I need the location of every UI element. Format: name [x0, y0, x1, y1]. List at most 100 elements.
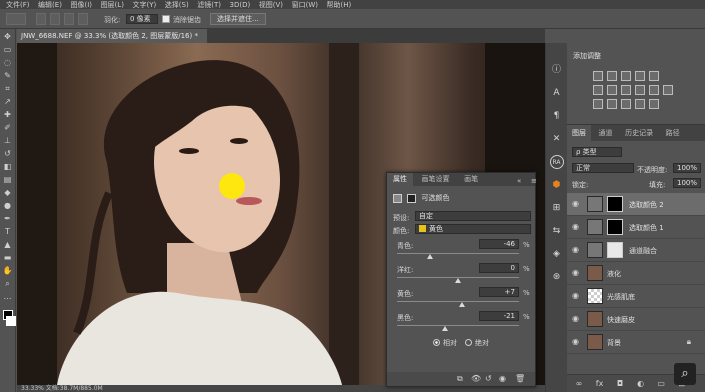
exposure-icon[interactable]: [635, 71, 645, 81]
blend-mode-select[interactable]: 正常: [572, 163, 634, 173]
zoom-tool-icon[interactable]: ⌕: [3, 279, 13, 289]
quick-select-tool-icon[interactable]: ✎: [3, 71, 13, 81]
mask-icon[interactable]: [407, 193, 417, 203]
link-icon[interactable]: ∞: [573, 375, 585, 392]
info-icon[interactable]: ⓘ: [550, 63, 564, 77]
tab-history[interactable]: 历史记录: [620, 125, 658, 141]
brightness-icon[interactable]: [593, 71, 603, 81]
eye-icon[interactable]: ◉: [572, 200, 581, 208]
eraser-tool-icon[interactable]: ◧: [3, 162, 13, 172]
relative-radio[interactable]: 相对: [433, 338, 457, 348]
yellow-slider-track[interactable]: [397, 301, 519, 302]
brush-tool-icon[interactable]: ✐: [3, 123, 13, 133]
cyan-slider-thumb[interactable]: [426, 254, 433, 259]
fx-icon[interactable]: fx: [594, 375, 606, 392]
clip-to-layer-icon[interactable]: ⧉: [457, 374, 463, 384]
color-balance-icon[interactable]: [607, 85, 617, 95]
tab-layers[interactable]: 图层: [567, 125, 591, 141]
tools-icon[interactable]: ✕: [550, 132, 564, 146]
visibility-icon[interactable]: ◉: [499, 374, 506, 383]
layer-filter-select[interactable]: ρ 类型: [572, 147, 622, 157]
layer-row[interactable]: ◉ 背景 🔒︎: [567, 331, 705, 354]
fill-input[interactable]: 100%: [673, 178, 701, 188]
layer-row[interactable]: ◉ 快速磨皮: [567, 308, 705, 331]
shape-tool-icon[interactable]: ▬: [3, 253, 13, 263]
cyan-input[interactable]: -46: [479, 239, 519, 249]
layer-row[interactable]: ◉ 选取颜色 2: [567, 193, 705, 216]
tab-paths[interactable]: 路径: [661, 125, 685, 141]
gradient-map-icon[interactable]: [635, 99, 645, 109]
eye-icon[interactable]: ◉: [572, 246, 581, 254]
move-tool-icon[interactable]: ✥: [3, 32, 13, 42]
eye-icon[interactable]: ◉: [572, 292, 581, 300]
3d-icon[interactable]: ⬢: [550, 178, 564, 192]
preset-select[interactable]: 自定: [415, 211, 531, 221]
curves-icon[interactable]: [621, 71, 631, 81]
stamp-tool-icon[interactable]: ⊥: [3, 136, 13, 146]
bw-icon[interactable]: [621, 85, 631, 95]
view-previous-icon[interactable]: 👁︎: [471, 374, 481, 383]
background-color-swatch[interactable]: [6, 316, 16, 326]
gradient-tool-icon[interactable]: ▤: [3, 175, 13, 185]
eyedropper-tool-icon[interactable]: ↗: [3, 97, 13, 107]
black-slider-track[interactable]: [397, 325, 519, 326]
character-icon[interactable]: A: [550, 86, 564, 100]
feather-input[interactable]: 0 像素: [126, 14, 158, 24]
threshold-icon[interactable]: [621, 99, 631, 109]
layer-mask-thumb[interactable]: [607, 196, 623, 212]
layer-row[interactable]: ◉ 液化: [567, 262, 705, 285]
new-group-icon[interactable]: ▭: [655, 375, 667, 392]
channel-mixer-icon[interactable]: [649, 85, 659, 95]
tab-channels[interactable]: 通道: [594, 125, 618, 141]
adjust2-icon[interactable]: ⇆: [550, 224, 564, 238]
healing-tool-icon[interactable]: ✚: [3, 110, 13, 120]
lasso-tool-icon[interactable]: ◌: [3, 58, 13, 68]
invert-icon[interactable]: [593, 99, 603, 109]
opacity-input[interactable]: 100%: [673, 163, 701, 173]
absolute-radio[interactable]: 绝对: [465, 338, 489, 348]
yellow-slider-thumb[interactable]: [459, 302, 466, 307]
ra-icon[interactable]: RA: [549, 155, 564, 169]
layer-row[interactable]: ◉ 光感肌底: [567, 285, 705, 308]
magenta-slider-thumb[interactable]: [455, 278, 461, 283]
panel-menu-icon[interactable]: ≡: [525, 175, 543, 188]
levels-icon[interactable]: [607, 71, 617, 81]
document-tab[interactable]: JNW_6688.NEF @ 33.3% (选取颜色 2, 图层蒙版/16) *: [17, 29, 207, 43]
layer-mask-thumb[interactable]: [607, 242, 623, 258]
add-selection-button[interactable]: [50, 13, 60, 25]
reset-icon[interactable]: ↺: [485, 374, 492, 383]
posterize-icon[interactable]: [607, 99, 617, 109]
new-selection-button[interactable]: [36, 13, 46, 25]
type-tool-icon[interactable]: T: [3, 227, 13, 237]
history-brush-tool-icon[interactable]: ↺: [3, 149, 13, 159]
hue-sat-icon[interactable]: [593, 85, 603, 95]
tab-properties[interactable]: 属性: [387, 173, 413, 186]
hand-tool-icon[interactable]: ✋: [3, 266, 13, 276]
layer-row[interactable]: ◉ 通道融合: [567, 239, 705, 262]
dodge-tool-icon[interactable]: ●: [3, 201, 13, 211]
crop-tool-icon[interactable]: ⌗: [3, 84, 13, 94]
layer-row[interactable]: ◉ 选取颜色 1: [567, 216, 705, 239]
colors-select[interactable]: 黄色: [415, 224, 531, 234]
antialias-checkbox[interactable]: [162, 15, 170, 23]
tab-brush[interactable]: 画笔: [458, 173, 484, 186]
layer-mask-thumb[interactable]: [607, 219, 623, 235]
eye-icon[interactable]: ◉: [572, 338, 581, 346]
subtract-selection-button[interactable]: [64, 13, 74, 25]
selective-color-icon[interactable]: [649, 99, 659, 109]
channels-icon[interactable]: ⊛: [550, 270, 564, 284]
black-slider-thumb[interactable]: [442, 326, 449, 331]
black-input[interactable]: -21: [479, 311, 519, 321]
intersect-selection-button[interactable]: [78, 13, 88, 25]
more-tools-icon[interactable]: …: [3, 292, 13, 302]
lasso-preset-button[interactable]: [6, 13, 26, 25]
eye-icon[interactable]: ◉: [572, 269, 581, 277]
path-select-tool-icon[interactable]: ▲: [3, 240, 13, 250]
select-and-mask-button[interactable]: 选择并遮住...: [210, 13, 266, 25]
delete-icon[interactable]: 🗑︎: [515, 374, 525, 383]
eye-icon[interactable]: ◉: [572, 223, 581, 231]
adjust-icon[interactable]: ⊞: [550, 201, 564, 215]
new-adjustment-icon[interactable]: ◐: [635, 375, 647, 392]
eye-icon[interactable]: ◉: [572, 315, 581, 323]
layers-icon[interactable]: ◈: [550, 247, 564, 261]
